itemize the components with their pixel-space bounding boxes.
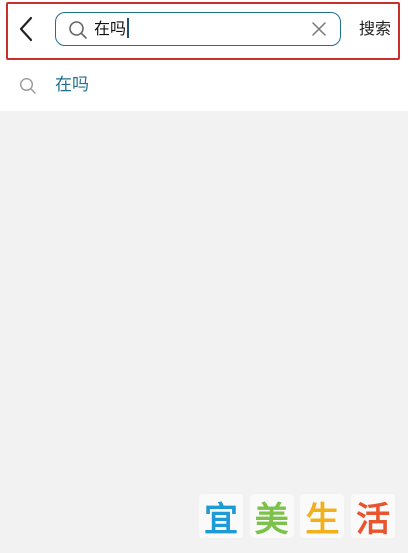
back-button[interactable] <box>12 12 40 46</box>
search-input[interactable]: 在吗 <box>55 12 341 46</box>
search-icon <box>69 21 87 39</box>
search-input-value[interactable]: 在吗 <box>94 13 130 44</box>
watermark-char: 宜 <box>199 494 243 540</box>
search-value-text: 在吗 <box>94 19 127 38</box>
watermark-logo: 宜 美 生 活 <box>199 492 395 540</box>
search-header: 在吗 搜索 <box>0 0 408 63</box>
search-button[interactable]: 搜索 <box>359 14 391 44</box>
text-caret <box>127 18 130 38</box>
chevron-left-icon <box>19 16 33 42</box>
watermark-char: 活 <box>350 494 395 540</box>
search-icon <box>19 77 36 94</box>
search-page: 在吗 搜索 在吗 宜 美 生 活 <box>0 0 408 553</box>
suggestion-item[interactable]: 在吗 <box>0 63 408 111</box>
watermark-char: 生 <box>300 494 345 540</box>
close-icon[interactable] <box>310 20 328 38</box>
suggestion-text: 在吗 <box>55 75 89 95</box>
watermark-char: 美 <box>249 494 294 540</box>
